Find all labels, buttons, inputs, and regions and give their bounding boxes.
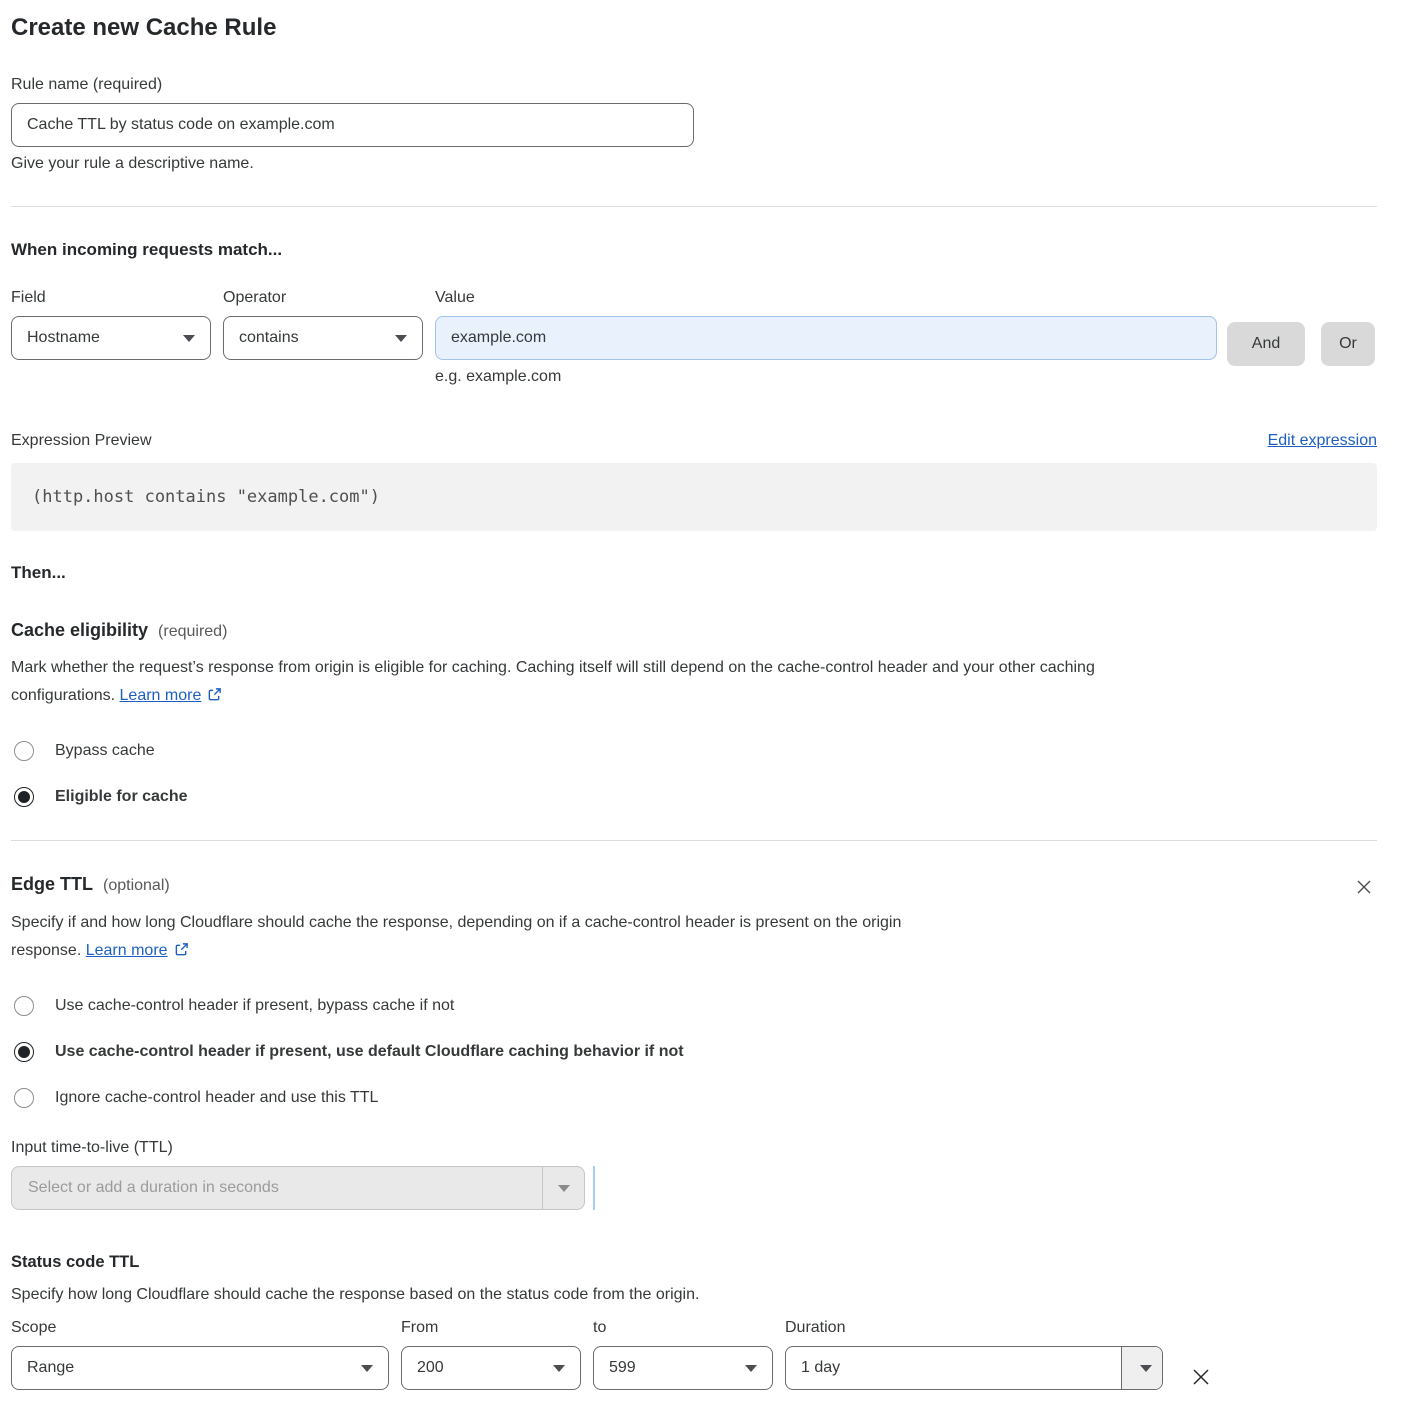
ttl-input-section: Input time-to-live (TTL) Select or add a… — [11, 1139, 1377, 1210]
ttl-select-placeholder: Select or add a duration in seconds — [12, 1167, 542, 1209]
value-label: Value — [435, 289, 1217, 307]
radio-option-ignore-header[interactable]: Ignore cache-control header and use this… — [11, 1088, 1377, 1108]
radio-label: Eligible for cache — [55, 788, 187, 806]
learn-more-label: Learn more — [86, 942, 168, 959]
close-icon[interactable] — [1351, 874, 1377, 900]
rule-name-section: Rule name (required) Give your rule a de… — [11, 76, 1377, 173]
ttl-input-label: Input time-to-live (TTL) — [11, 1139, 1377, 1157]
edge-ttl-title: Edge TTL — [11, 874, 93, 895]
to-select[interactable]: 599 — [593, 1346, 773, 1390]
learn-more-label: Learn more — [120, 687, 202, 704]
rule-name-label: Rule name (required) — [11, 76, 1377, 94]
from-select-value: 200 — [417, 1359, 444, 1377]
value-input[interactable] — [435, 316, 1217, 360]
from-select[interactable]: 200 — [401, 1346, 581, 1390]
status-code-ttl-title: Status code TTL — [11, 1253, 1377, 1272]
radio-unselected-icon[interactable] — [14, 741, 34, 761]
edge-ttl-header: Edge TTL (optional) — [11, 874, 1377, 900]
optional-tag: (optional) — [103, 877, 170, 895]
input-caret — [593, 1166, 595, 1210]
radio-option-eligible-for-cache[interactable]: Eligible for cache — [11, 787, 1377, 807]
field-select[interactable]: Hostname — [11, 316, 211, 360]
scope-select[interactable]: Range — [11, 1346, 389, 1390]
chevron-down-icon — [553, 1365, 565, 1372]
description-line: configurations. — [11, 687, 115, 704]
edge-ttl-description: Specify if and how long Cloudflare shoul… — [11, 909, 1377, 965]
cache-eligibility-description: Mark whether the request’s response from… — [11, 654, 1377, 710]
page-title: Create new Cache Rule — [11, 14, 1377, 42]
match-condition-row: Field Hostname Operator contains Value e… — [11, 289, 1377, 386]
radio-option-bypass-cache[interactable]: Bypass cache — [11, 741, 1377, 761]
field-label: Field — [11, 289, 211, 307]
cache-eligibility-title: Cache eligibility — [11, 620, 148, 641]
to-select-value: 599 — [609, 1359, 636, 1377]
field-select-value: Hostname — [27, 329, 100, 347]
operator-select[interactable]: contains — [223, 316, 423, 360]
chevron-down-icon — [183, 335, 195, 342]
ttl-duration-select[interactable]: Select or add a duration in seconds — [11, 1166, 585, 1210]
radio-unselected-icon[interactable] — [14, 1088, 34, 1108]
radio-option-use-header-bypass[interactable]: Use cache-control header if present, byp… — [11, 996, 1377, 1016]
external-link-icon — [207, 687, 222, 702]
edit-expression-link[interactable]: Edit expression — [1268, 432, 1377, 450]
chevron-down-icon[interactable] — [1121, 1347, 1162, 1389]
cache-eligibility-header: Cache eligibility (required) — [11, 620, 1377, 641]
learn-more-link[interactable]: Learn more — [120, 687, 223, 704]
radio-selected-icon[interactable] — [14, 1042, 34, 1062]
chevron-down-icon — [395, 335, 407, 342]
external-link-icon — [174, 942, 189, 957]
duration-select[interactable]: 1 day — [785, 1346, 1163, 1390]
chevron-down-icon[interactable] — [542, 1167, 584, 1209]
expression-preview-header: Expression Preview Edit expression — [11, 432, 1377, 450]
radio-label: Use cache-control header if present, use… — [55, 1043, 684, 1061]
learn-more-link[interactable]: Learn more — [86, 942, 189, 959]
description-line: Specify if and how long Cloudflare shoul… — [11, 914, 901, 931]
chevron-down-icon — [361, 1365, 373, 1372]
expression-code-text: (http.host contains "example.com") — [32, 487, 380, 507]
expression-preview-label: Expression Preview — [11, 432, 152, 450]
operator-label: Operator — [223, 289, 423, 307]
status-code-ttl-row: Scope Range From 200 to 599 Duration 1 d… — [11, 1319, 1377, 1392]
expression-preview-code: (http.host contains "example.com") — [11, 463, 1377, 531]
chevron-down-icon — [745, 1365, 757, 1372]
radio-label: Use cache-control header if present, byp… — [55, 997, 454, 1015]
match-heading: When incoming requests match... — [11, 240, 1377, 260]
scope-select-value: Range — [27, 1359, 74, 1377]
to-label: to — [593, 1319, 773, 1337]
section-divider — [11, 840, 1377, 841]
radio-selected-icon[interactable] — [14, 787, 34, 807]
duration-label: Duration — [785, 1319, 1163, 1337]
create-cache-rule-form: Create new Cache Rule Rule name (require… — [0, 0, 1412, 1412]
value-helper: e.g. example.com — [435, 368, 1217, 386]
radio-unselected-icon[interactable] — [14, 996, 34, 1016]
operator-select-value: contains — [239, 329, 299, 347]
description-line: response. — [11, 942, 81, 959]
radio-label: Bypass cache — [55, 742, 155, 760]
required-tag: (required) — [158, 623, 227, 641]
then-heading: Then... — [11, 563, 1377, 583]
rule-name-helper: Give your rule a descriptive name. — [11, 155, 1377, 173]
from-label: From — [401, 1319, 581, 1337]
description-line: Mark whether the request’s response from… — [11, 659, 1095, 676]
section-divider — [11, 206, 1377, 207]
duration-select-value: 1 day — [786, 1347, 1121, 1389]
rule-name-input[interactable] — [11, 103, 694, 147]
status-code-ttl-description: Specify how long Cloudflare should cache… — [11, 1286, 1377, 1304]
or-button[interactable]: Or — [1321, 322, 1375, 366]
remove-row-close-icon[interactable] — [1186, 1362, 1216, 1392]
and-button[interactable]: And — [1227, 322, 1305, 366]
radio-label: Ignore cache-control header and use this… — [55, 1089, 378, 1107]
scope-label: Scope — [11, 1319, 389, 1337]
radio-option-use-header-default[interactable]: Use cache-control header if present, use… — [11, 1042, 1377, 1062]
